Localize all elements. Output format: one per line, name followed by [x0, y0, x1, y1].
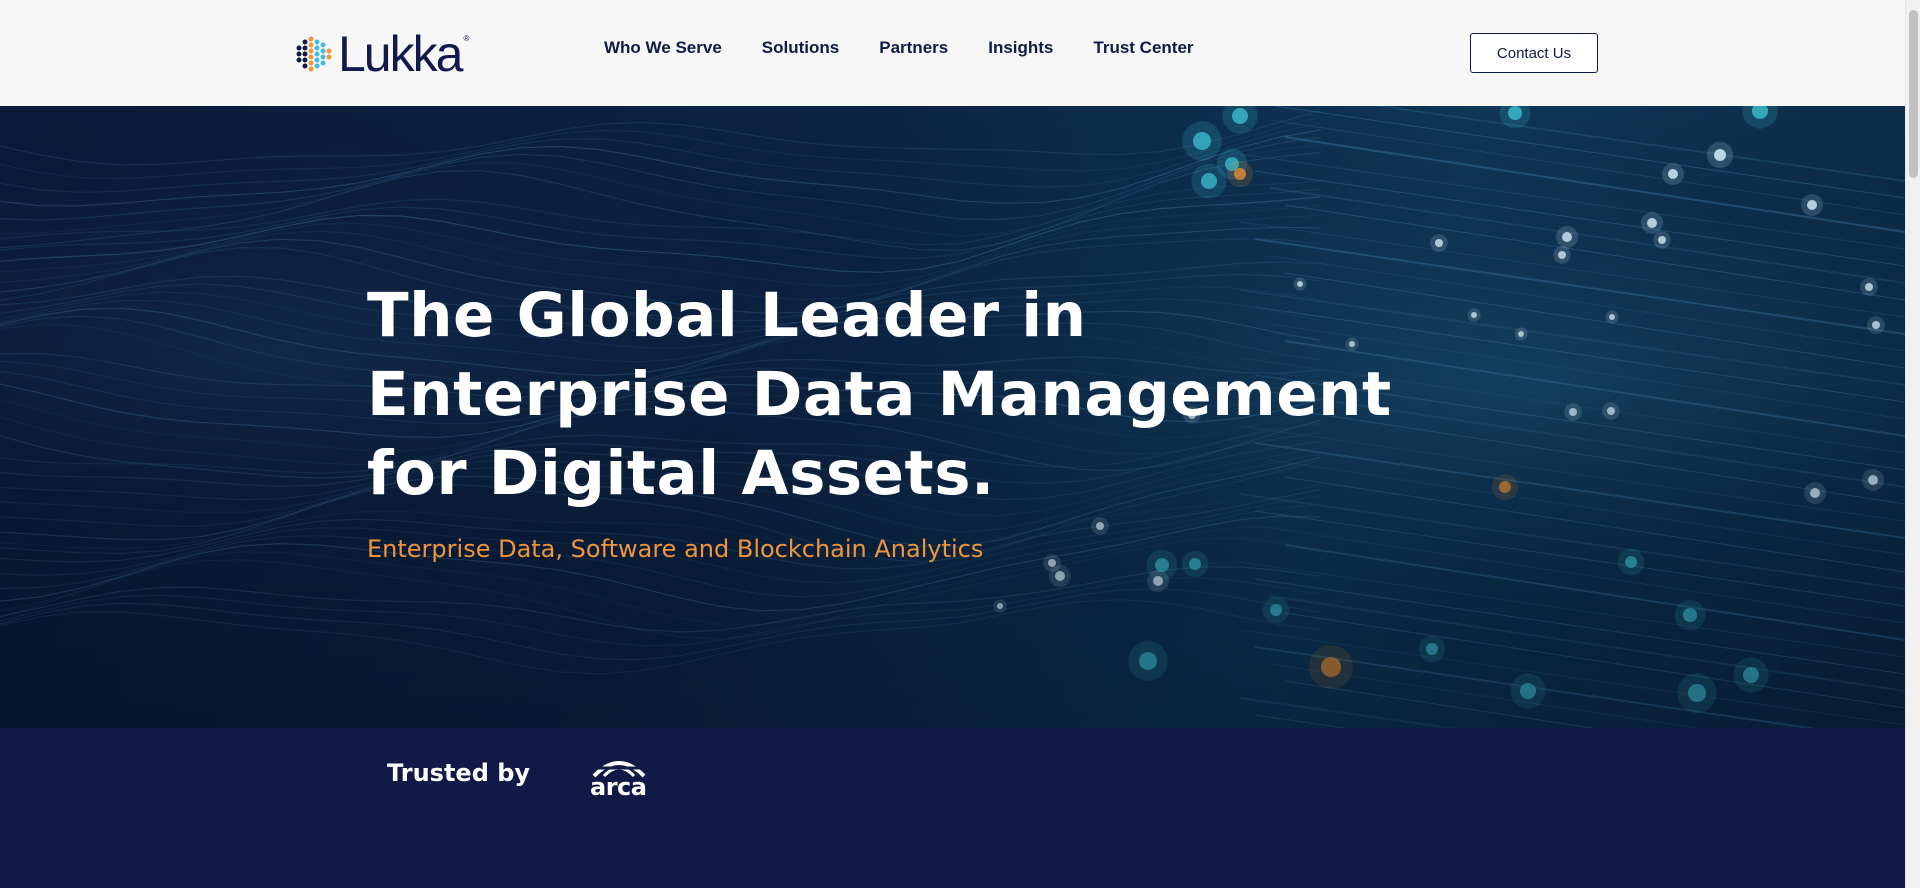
hero-subtitle: Enterprise Data, Software and Blockchain…	[367, 535, 984, 563]
hero-title: The Global Leader in Enterprise Data Man…	[367, 276, 1392, 513]
hexagon-dot-cluster-icon	[296, 36, 332, 72]
nav-item-partners[interactable]: Partners	[879, 38, 948, 58]
nav-item-who-we-serve[interactable]: Who We Serve	[604, 38, 722, 58]
partner-logo-arca[interactable]: arca	[588, 754, 650, 802]
contact-us-button[interactable]: Contact Us	[1470, 33, 1598, 73]
nav-item-solutions[interactable]: Solutions	[762, 38, 839, 58]
page: Lukka ® Who We Serve Solutions Partners …	[0, 0, 1905, 888]
scrollbar-thumb[interactable]	[1909, 10, 1918, 178]
partner-name: arca	[590, 773, 647, 801]
hero-title-line: Enterprise Data Management	[367, 359, 1392, 430]
site-header: Lukka ® Who We Serve Solutions Partners …	[0, 0, 1905, 106]
trusted-by-label: Trusted by	[387, 759, 531, 787]
vertical-scrollbar[interactable]	[1905, 0, 1920, 888]
hero-section: The Global Leader in Enterprise Data Man…	[0, 106, 1905, 728]
nav-item-insights[interactable]: Insights	[988, 38, 1053, 58]
hero-text: The Global Leader in Enterprise Data Man…	[367, 276, 1392, 563]
nav-item-trust-center[interactable]: Trust Center	[1093, 38, 1193, 58]
hero-title-line: for Digital Assets.	[367, 438, 995, 509]
lukka-logo[interactable]: Lukka ®	[294, 26, 490, 82]
hero-title-line: The Global Leader in	[367, 280, 1087, 351]
main-nav: Who We Serve Solutions Partners Insights…	[604, 38, 1194, 58]
trusted-by-section: Trusted by arca	[0, 728, 1905, 888]
logo-wordmark: Lukka	[338, 26, 463, 82]
registered-mark: ®	[463, 33, 470, 43]
